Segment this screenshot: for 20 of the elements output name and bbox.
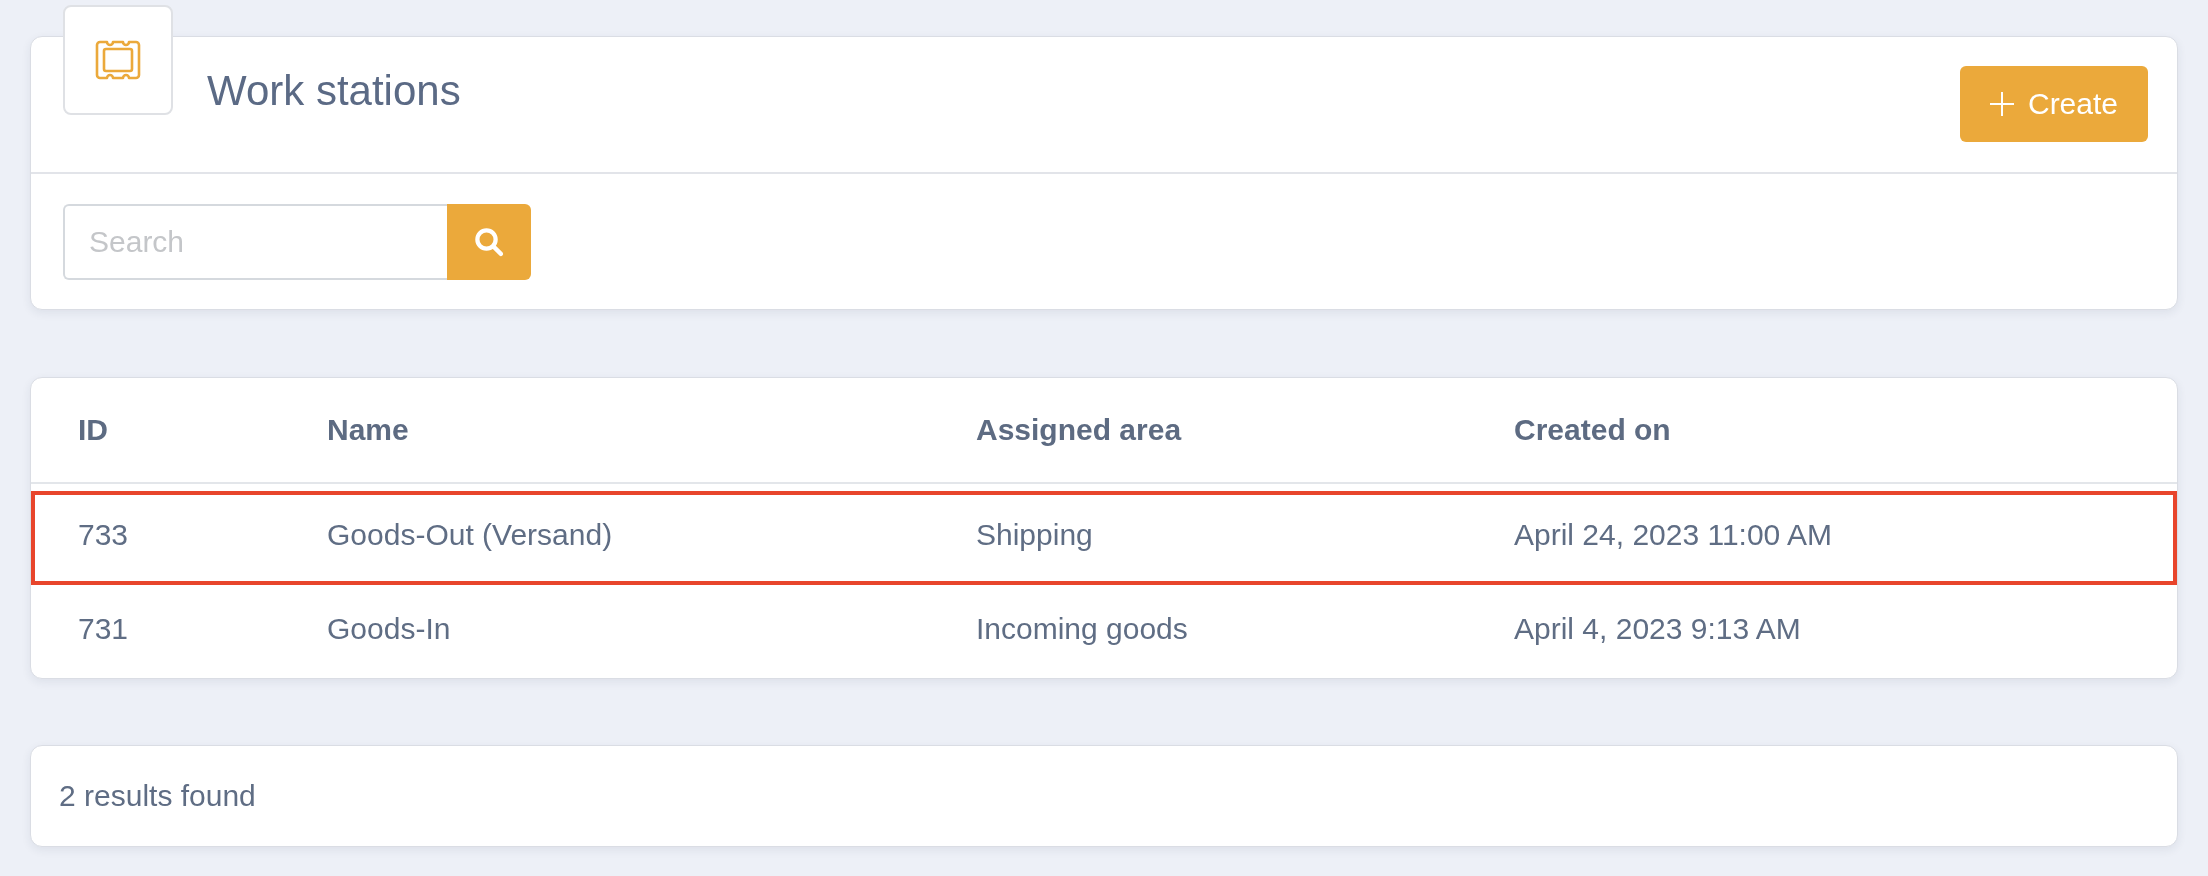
- search-button[interactable]: [447, 204, 531, 280]
- column-header: Assigned area: [976, 413, 1183, 447]
- table-row[interactable]: 731 Goods-In Incoming goods April 4, 2023 9:13 AM: [31, 585, 2177, 679]
- table-cell-text: 733: [78, 518, 130, 552]
- table-cell-text: 731: [78, 612, 130, 646]
- table-cell-text: Shipping: [976, 518, 1094, 552]
- plus-icon: [1989, 92, 2014, 116]
- result-count: 2 results found: [59, 779, 256, 813]
- table-cell-text: Goods-Out (Versand): [327, 518, 614, 552]
- page-title: Work stations: [207, 67, 461, 115]
- table-cell-text: April 4, 2023 9:13 AM: [1514, 612, 1802, 646]
- search-field[interactable]: Search: [63, 204, 447, 280]
- column-header: Created on: [1514, 413, 1672, 447]
- table-cell-text: Goods-In: [327, 612, 452, 646]
- search-icon: [474, 227, 504, 257]
- table-cell-text: Incoming goods: [976, 612, 1189, 646]
- table-row[interactable]: 733 Goods-Out (Versand) Shipping April 24, 2023 11:00 AM: [31, 491, 2177, 585]
- table-cell-text: April 24, 2023 11:00 AM: [1514, 518, 1833, 552]
- column-header: ID: [78, 413, 109, 447]
- column-header: Name: [327, 413, 410, 447]
